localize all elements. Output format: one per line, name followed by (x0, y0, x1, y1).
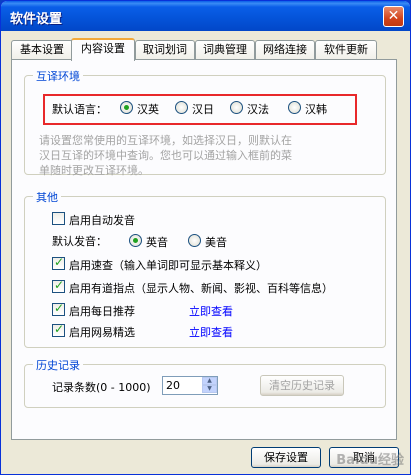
radio-han-ying-label[interactable]: 汉英 (137, 101, 159, 117)
tab-word-capture[interactable]: 取词划词 (135, 40, 195, 60)
close-button[interactable]: ✕ (383, 6, 404, 27)
radio-han-ri[interactable] (175, 101, 188, 114)
youdao-hint-checkbox[interactable] (52, 278, 65, 293)
radio-han-ying[interactable] (120, 101, 133, 114)
quick-lookup-label[interactable]: 启用速查（输入单词即可显示基本释义） (69, 257, 267, 273)
auto-pronounce-label[interactable]: 启用自动发音 (69, 212, 135, 228)
history-count-stepper[interactable]: 20 ▲ ▼ (162, 376, 218, 395)
radio-american[interactable] (188, 234, 201, 247)
save-settings-button[interactable]: 保存设置 (251, 447, 321, 468)
daily-recommend-view-link[interactable]: 立即查看 (189, 303, 233, 319)
stepper-buttons: ▲ ▼ (202, 377, 217, 394)
default-pronunciation-label: 默认发音： (52, 235, 107, 248)
baidu-watermark: Baidu经验 (336, 453, 404, 468)
daily-recommend-label[interactable]: 启用每日推荐 (69, 303, 135, 319)
netease-select-checkbox[interactable] (52, 322, 65, 337)
radio-han-fa-label[interactable]: 汉法 (247, 101, 269, 117)
radio-han-fa[interactable] (230, 101, 243, 114)
radio-british[interactable] (129, 234, 142, 247)
other-title: 其他 (33, 189, 61, 205)
translate-env-hint-1: 请设置您常使用的互译环境，如选择汉日，则默认在 (39, 134, 292, 147)
settings-window: 软件设置 ✕ 基本设置 内容设置 取词划词 词典管理 网络连接 软件更新 互译环… (0, 0, 411, 475)
history-count-label: 记录条数(0 - 1000) (52, 381, 151, 394)
clear-history-button[interactable]: 清空历史记录 (260, 375, 344, 396)
youdao-hint-label[interactable]: 启用有道指点（显示人物、新闻、影视、百科等信息） (69, 280, 333, 296)
content-settings-panel: 互译环境 默认语言： 汉英 汉日 汉法 汉韩 请设置您常使用的互译环境，如选择汉… (11, 59, 397, 440)
daily-recommend-checkbox[interactable] (52, 301, 65, 316)
translate-env-hint-3: 单随时更改互译环境。 (39, 164, 149, 177)
translate-env-title: 互译环境 (33, 68, 83, 84)
auto-pronounce-checkbox[interactable] (52, 212, 65, 225)
radio-american-label[interactable]: 美音 (205, 234, 227, 250)
window-title: 软件设置 (10, 12, 63, 27)
quick-lookup-checkbox[interactable] (52, 255, 65, 270)
netease-select-label[interactable]: 启用网易精选 (69, 324, 135, 340)
tab-software-update[interactable]: 软件更新 (315, 40, 377, 60)
radio-han-han-label[interactable]: 汉韩 (305, 101, 327, 117)
default-language-label: 默认语言： (52, 103, 107, 116)
radio-british-label[interactable]: 英音 (146, 234, 168, 250)
tab-content-settings[interactable]: 内容设置 (71, 38, 135, 61)
tab-network[interactable]: 网络连接 (255, 40, 315, 60)
stepper-down-icon[interactable]: ▼ (202, 385, 217, 393)
radio-han-han[interactable] (288, 101, 301, 114)
tab-dictionary-management[interactable]: 词典管理 (195, 40, 255, 60)
history-title: 历史记录 (33, 357, 83, 373)
radio-han-ri-label[interactable]: 汉日 (192, 101, 214, 117)
history-count-value[interactable]: 20 (166, 379, 180, 392)
translate-env-hint-2: 汉日互译的环境中查询。您也可以通过输入框前的菜 (39, 149, 292, 162)
netease-select-view-link[interactable]: 立即查看 (189, 324, 233, 340)
tab-basic-settings[interactable]: 基本设置 (11, 40, 73, 60)
stepper-up-icon[interactable]: ▲ (202, 377, 217, 385)
title-bar: 软件设置 ✕ (1, 1, 410, 31)
